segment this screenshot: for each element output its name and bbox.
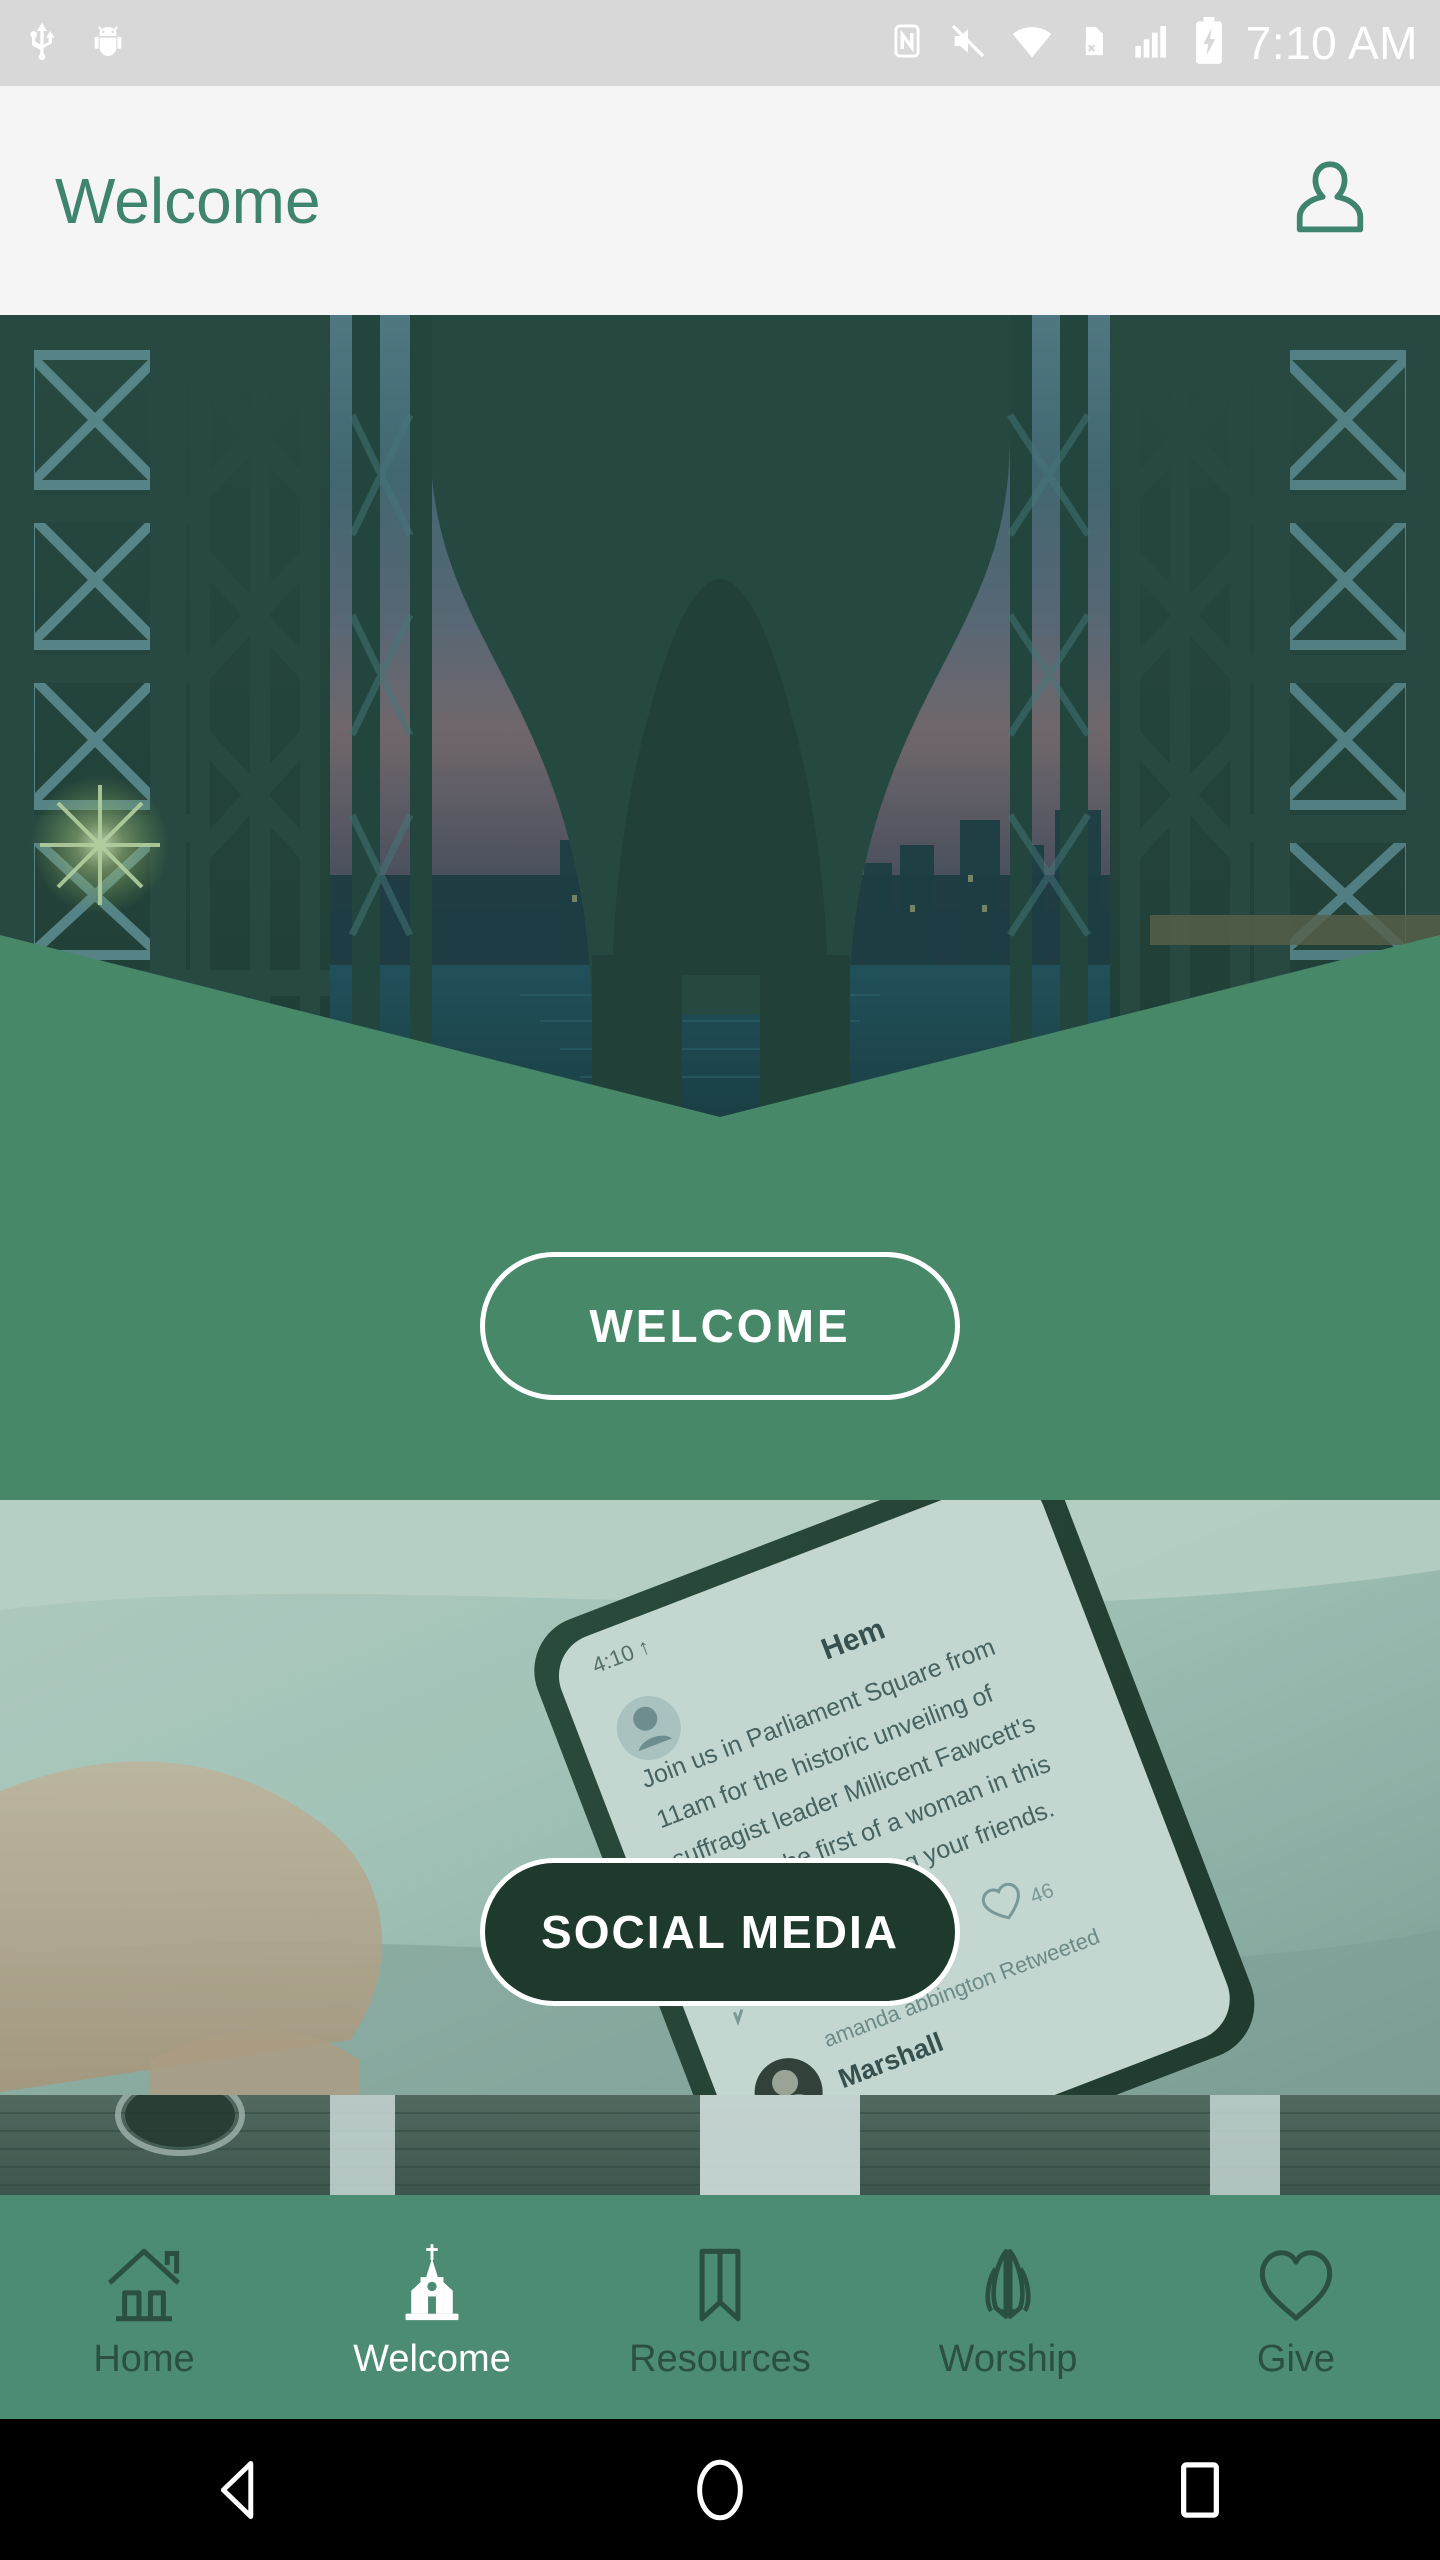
no-sim-icon <box>1076 18 1110 69</box>
profile-button[interactable] <box>1275 146 1385 256</box>
social-media-button[interactable]: SOCIAL MEDIA <box>480 1858 960 2006</box>
status-bar-clock: 7:10 AM <box>1245 17 1418 69</box>
home-icon <box>98 2236 190 2328</box>
wooden-table-photo <box>0 2095 1440 2195</box>
social-media-button-label: SOCIAL MEDIA <box>541 1906 899 1958</box>
status-bar: 7:10 AM <box>0 0 1440 86</box>
church-icon <box>386 2236 478 2328</box>
nav-label-give: Give <box>1256 2338 1336 2380</box>
nav-label-resources: Resources <box>629 2338 811 2380</box>
wifi-icon <box>1010 18 1054 69</box>
nav-item-home[interactable]: Home <box>0 2195 288 2419</box>
app-bar: Welcome <box>0 86 1440 315</box>
home-button[interactable] <box>480 2453 960 2527</box>
recents-button[interactable] <box>960 2455 1440 2525</box>
signal-icon <box>1132 18 1172 69</box>
heart-icon <box>1250 2236 1342 2328</box>
nav-label-worship: Worship <box>938 2338 1078 2380</box>
bookmark-icon <box>674 2236 766 2328</box>
status-bar-right-icons: 7:10 AM <box>888 16 1418 70</box>
third-section[interactable] <box>0 2095 1440 2195</box>
praying-hands-icon <box>962 2236 1054 2328</box>
welcome-button[interactable]: WELCOME <box>480 1252 960 1400</box>
battery-charging-icon <box>1194 16 1224 70</box>
page-title: Welcome <box>55 164 321 237</box>
nav-item-welcome[interactable]: Welcome <box>288 2195 576 2419</box>
nav-item-worship[interactable]: Worship <box>864 2195 1152 2419</box>
phone-screen: 7:10 AM Welcome WELCOME 4:10 ↑ Hem Join … <box>0 0 1440 2560</box>
back-button[interactable] <box>0 2453 480 2527</box>
nav-item-resources[interactable]: Resources <box>576 2195 864 2419</box>
welcome-button-label: WELCOME <box>589 1300 851 1352</box>
status-bar-left-icons <box>22 19 128 68</box>
usb-icon <box>22 19 62 68</box>
person-icon <box>1284 152 1376 249</box>
bottom-navigation-bar: Home Welcome Resources Worship Give <box>0 2195 1440 2419</box>
nav-item-give[interactable]: Give <box>1152 2195 1440 2419</box>
android-debug-icon <box>88 19 128 68</box>
mute-icon <box>948 18 988 69</box>
android-system-nav <box>0 2419 1440 2560</box>
nav-label-welcome: Welcome <box>353 2338 511 2380</box>
nav-label-home: Home <box>93 2338 195 2380</box>
nfc-icon <box>888 18 926 69</box>
